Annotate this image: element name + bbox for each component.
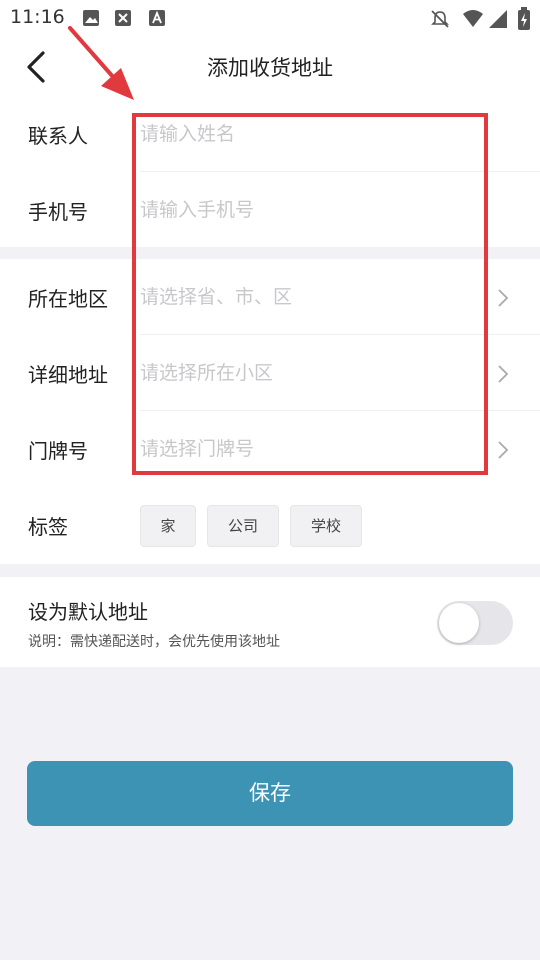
door-number-input[interactable] [140,429,480,469]
mute-bell-icon [431,10,449,28]
default-address-toggle[interactable] [437,601,513,645]
screen-cast-icon [115,10,131,26]
tag-school-button[interactable]: 学校 [290,505,362,547]
tag-home-button[interactable]: 家 [140,505,196,547]
tags-label: 标签 [28,515,68,539]
battery-charging-icon [518,7,530,30]
toggle-knob [439,603,479,643]
contact-section: 联系人 手机号 [0,96,540,247]
door-number-row[interactable]: 门牌号 [0,411,540,487]
default-address-title: 设为默认地址 [28,600,148,624]
region-select-input[interactable] [140,277,480,317]
status-bar: 11:16 [0,0,540,38]
status-time: 11:16 [10,6,65,28]
image-icon [83,10,99,26]
door-number-label: 门牌号 [28,439,88,463]
tag-company-button[interactable]: 公司 [207,505,279,547]
detail-address-row[interactable]: 详细地址 [0,335,540,411]
detail-address-input[interactable] [140,353,480,393]
chevron-right-icon [498,365,509,383]
region-label: 所在地区 [28,287,108,311]
contact-row: 联系人 [0,96,540,172]
contact-name-input[interactable] [140,114,480,154]
signal-icon [489,10,507,28]
phone-input[interactable] [140,190,480,230]
phone-label: 手机号 [28,200,88,224]
save-button[interactable]: 保存 [27,761,513,826]
default-address-description: 说明：需快递配送时，会优先使用该地址 [28,634,280,650]
chevron-right-icon [498,441,509,459]
detail-address-label: 详细地址 [28,363,108,387]
chevron-right-icon [498,289,509,307]
page-title: 添加收货地址 [207,56,333,80]
phone-row: 手机号 [0,172,540,248]
page-header: 添加收货地址 [0,38,540,96]
region-row[interactable]: 所在地区 [0,259,540,335]
contact-label: 联系人 [28,124,88,148]
wifi-icon [463,10,483,27]
a-notification-icon [149,10,165,26]
